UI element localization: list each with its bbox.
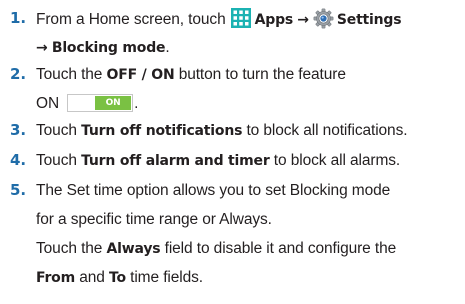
arrow-icon: →	[36, 40, 48, 56]
always-label: Always	[106, 241, 161, 257]
toggle-on-label: ON	[95, 96, 132, 110]
step-5-suffix: field to disable it and configure the	[164, 240, 397, 257]
off-on-label: OFF / ON	[106, 67, 175, 83]
step-number: 5.	[10, 181, 26, 199]
step-number: 2.	[10, 65, 26, 83]
step-3-prefix: Touch	[36, 122, 77, 139]
step-1-prefix: From a Home screen, touch	[36, 11, 226, 28]
time-fields-text: time fields.	[130, 269, 204, 286]
step-text: Touch the OFF / ON button to turn the fe…	[36, 64, 464, 122]
settings-gear-icon	[313, 8, 334, 29]
step-text: The Set time option allows you to set Bl…	[36, 180, 464, 296]
from-label: From	[36, 270, 75, 286]
step-text: From a Home screen, touch Apps → Setting…	[36, 8, 464, 66]
step-4-suffix: to block all alarms.	[273, 152, 401, 169]
to-label: To	[108, 270, 126, 286]
step-text: Touch Turn off alarm and timer to block …	[36, 150, 464, 179]
step-number: 4.	[10, 151, 26, 169]
step-5-prefix: Touch the	[36, 240, 103, 257]
and-text: and	[79, 269, 105, 286]
step-2-prefix: Touch the	[36, 66, 103, 83]
step-2-suffix: button to turn the feature	[178, 66, 346, 83]
step-text: Touch Turn off notifications to block al…	[36, 120, 464, 149]
step-4-prefix: Touch	[36, 152, 77, 169]
instructions-page: 1. From a Home screen, touch Apps → Sett…	[0, 0, 465, 304]
apps-grid-icon	[230, 8, 251, 28]
arrow-icon: →	[297, 12, 309, 28]
step-2-period: .	[134, 95, 139, 112]
blocking-mode-label: Blocking mode	[51, 40, 166, 56]
step-number: 3.	[10, 121, 26, 139]
step-5-line-2: for a specific time range or Always.	[36, 211, 272, 228]
turn-off-alarm-label: Turn off alarm and timer	[81, 153, 270, 169]
apps-label: Apps	[254, 12, 294, 28]
on-label: ON	[36, 95, 60, 112]
step-number: 1.	[10, 9, 26, 27]
settings-label: Settings	[336, 12, 402, 28]
on-toggle-switch: ON	[67, 94, 134, 112]
step-3-suffix: to block all notifications.	[246, 122, 408, 139]
step-5-line-1: The Set time option allows you to set Bl…	[36, 182, 391, 199]
turn-off-notifications-label: Turn off notifications	[81, 123, 243, 139]
step-1-period: .	[165, 39, 170, 56]
